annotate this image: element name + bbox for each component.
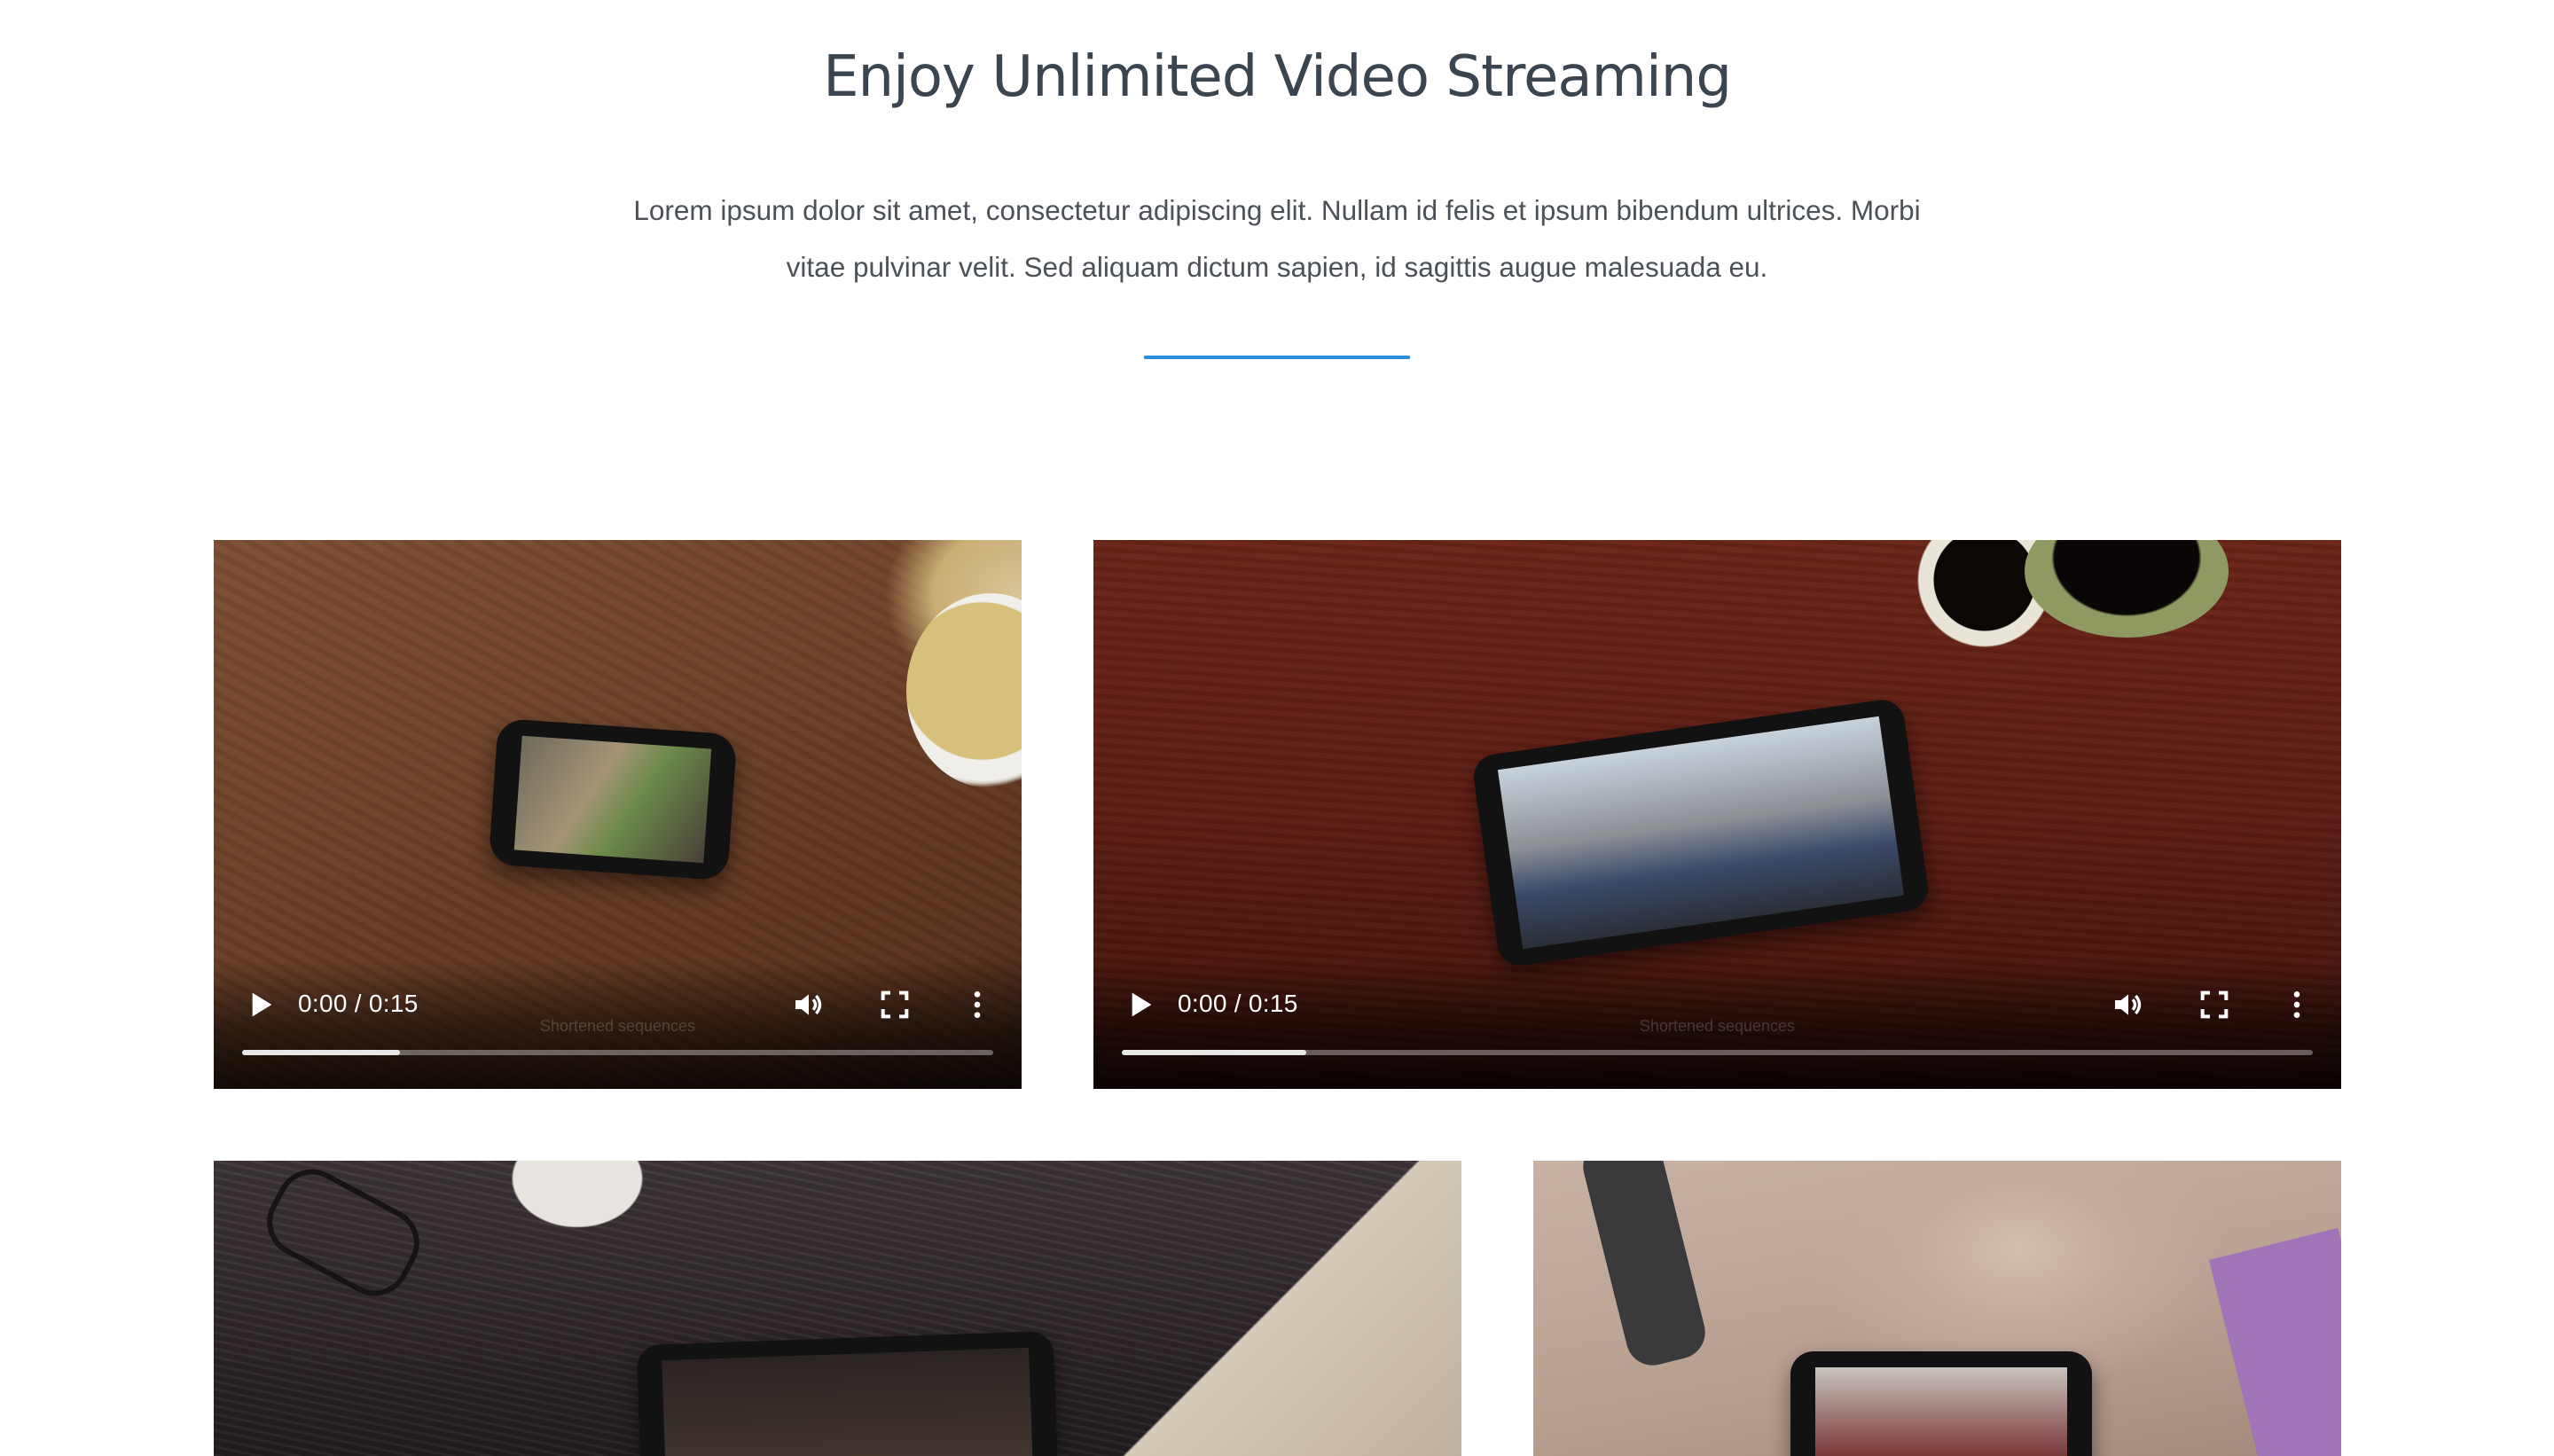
cereal-bowl-image <box>906 593 1022 788</box>
tablet-device-image <box>1790 1351 2092 1456</box>
volume-icon[interactable] <box>2111 987 2146 1022</box>
progress-track[interactable] <box>1122 1050 2313 1055</box>
section-divider <box>1144 356 1410 359</box>
video-controls: Shortened sequences 0:00 / 0:15 <box>214 960 1022 1089</box>
fullscreen-icon[interactable] <box>877 987 913 1022</box>
time-display: 0:00 / 0:15 <box>1178 990 1298 1017</box>
tablet-device-image <box>636 1330 1060 1456</box>
page-title: Enjoy Unlimited Video Streaming <box>823 44 1732 110</box>
intro-paragraph: Lorem ipsum dolor sit amet, consectetur … <box>633 194 1921 283</box>
progress-track[interactable] <box>242 1050 993 1055</box>
buffered-bar <box>242 1050 400 1055</box>
more-options-icon[interactable] <box>960 987 995 1022</box>
video-controls: Shortened sequences 0:00 / 0:15 <box>1093 960 2341 1089</box>
remote-control-image <box>1577 1161 1712 1372</box>
play-icon[interactable] <box>1122 987 1157 1022</box>
coffee-mug-image <box>2025 540 2229 638</box>
video-caption: Shortened sequences <box>539 1017 696 1035</box>
fullscreen-icon[interactable] <box>2197 987 2232 1022</box>
time-display: 0:00 / 0:15 <box>298 990 419 1017</box>
glasses-image <box>255 1161 432 1309</box>
video-caption: Shortened sequences <box>1639 1017 1796 1035</box>
video-player-3[interactable] <box>214 1161 1461 1456</box>
video-player-2[interactable]: Shortened sequences 0:00 / 0:15 <box>1093 540 2341 1089</box>
buffered-bar <box>1122 1050 1307 1055</box>
magazine-image <box>2208 1227 2341 1456</box>
phone-device-image <box>488 717 738 881</box>
video-player-1[interactable]: Shortened sequences 0:00 / 0:15 <box>214 540 1022 1089</box>
tablet-device-image <box>1470 697 1931 968</box>
volume-icon[interactable] <box>791 987 827 1022</box>
more-options-icon[interactable] <box>2279 987 2315 1022</box>
play-icon[interactable] <box>242 987 278 1022</box>
video-player-4[interactable] <box>1533 1161 2341 1456</box>
